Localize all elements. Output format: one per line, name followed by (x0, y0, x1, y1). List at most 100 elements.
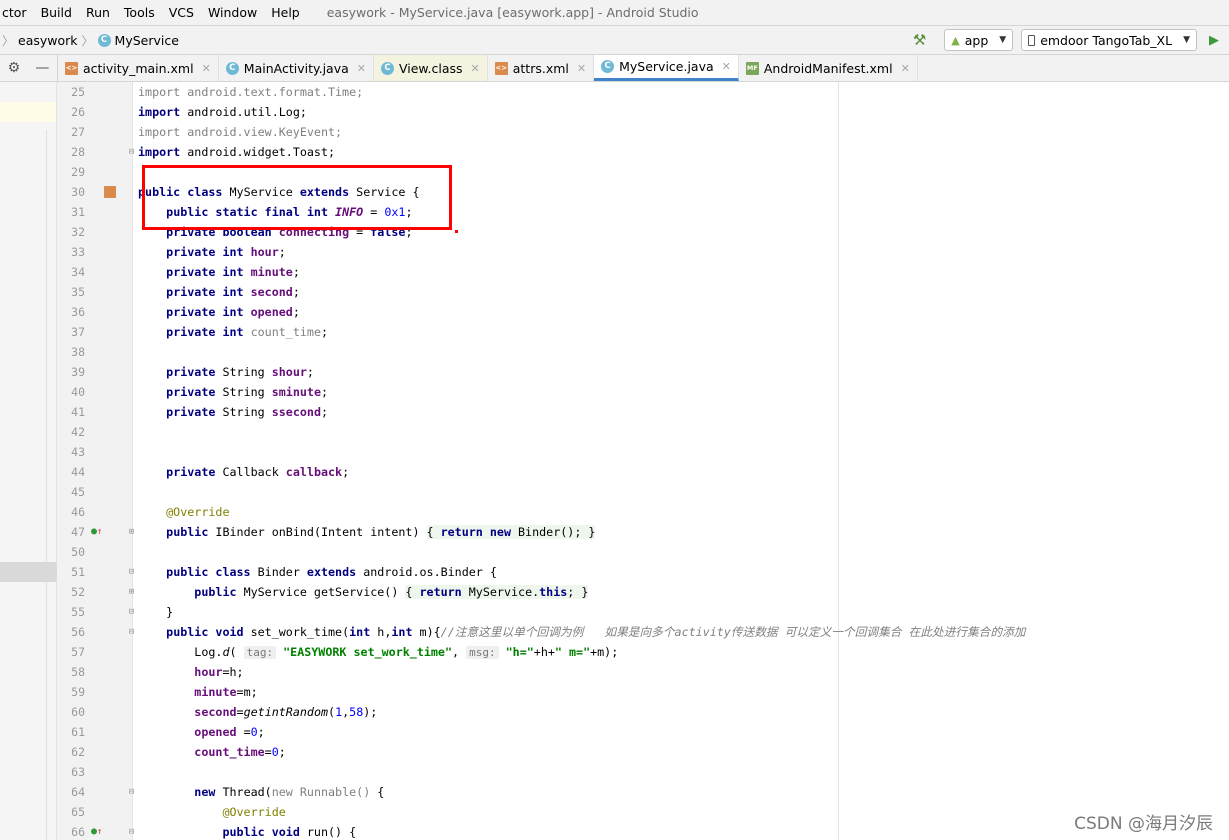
fold-icon[interactable]: ⊞ (126, 582, 137, 602)
menu-window[interactable]: Window (206, 5, 259, 20)
line-number: 58 (71, 665, 85, 679)
hammer-icon[interactable]: ⚒ (913, 31, 926, 49)
line-number: 25 (71, 85, 85, 99)
code-text: count_time=0; (194, 745, 286, 759)
device-select[interactable]: emdoor TangoTab_XL ▼ (1021, 29, 1197, 51)
class-icon: C (97, 33, 111, 47)
code-line: 36 private int opened; (0, 302, 1229, 322)
line-number: 65 (71, 805, 85, 819)
menu-help[interactable]: Help (269, 5, 302, 20)
tab-main-activity[interactable]: C MainActivity.java ✕ (219, 55, 374, 81)
fold-icon[interactable]: ⊟ (126, 782, 137, 802)
class-icon: C (601, 60, 615, 73)
tab-android-manifest[interactable]: MF AndroidManifest.xml ✕ (739, 55, 918, 81)
minimize-icon[interactable]: — (35, 60, 49, 76)
line-number: 28 (71, 145, 85, 159)
close-icon[interactable]: ✕ (471, 62, 480, 75)
code-line: 28 ⊟ import android.widget.Toast; (0, 142, 1229, 162)
tool-window-actions: ⚙ — (0, 55, 58, 81)
fold-icon[interactable]: ⊟ (126, 142, 137, 162)
menu-run[interactable]: Run (84, 5, 112, 20)
code-line: 45 (0, 482, 1229, 502)
code-line: 46 @Override (0, 502, 1229, 522)
line-number: 56 (71, 625, 85, 639)
line-number: 50 (71, 545, 85, 559)
code-line: 55 ⊟ } (0, 602, 1229, 622)
code-text: import android.text.format.Time; (138, 85, 364, 99)
run-toolbar: ⚒ ▲ app ▼ emdoor TangoTab_XL ▼ ▶ (913, 26, 1229, 54)
fold-icon[interactable]: ⊟ (126, 602, 137, 622)
tab-label: attrs.xml (512, 60, 569, 76)
highlight-box (142, 165, 452, 230)
code-text: second=getintRandom(1,58); (194, 705, 378, 719)
breadcrumb-file[interactable]: MyService (115, 33, 179, 48)
chevron-right-icon: 〉 (2, 33, 15, 48)
code-text: private String shour; (166, 365, 314, 379)
code-text: private int second; (166, 285, 300, 299)
menu-refactor[interactable]: ctor (0, 5, 29, 20)
code-line: 34 private int minute; (0, 262, 1229, 282)
code-line: 62 count_time=0; (0, 742, 1229, 762)
close-icon[interactable]: ✕ (577, 62, 586, 75)
fold-icon[interactable]: ⊟ (126, 622, 137, 642)
code-text: public class Binder extends android.os.B… (166, 565, 497, 579)
fold-icon[interactable]: ⊞ (126, 522, 137, 542)
menu-vcs[interactable]: VCS (167, 5, 196, 20)
xml-file-icon[interactable] (104, 186, 116, 198)
code-text: import android.util.Log; (138, 105, 307, 119)
line-number: 45 (71, 485, 85, 499)
code-line: 35 private int second; (0, 282, 1229, 302)
tab-activity-main[interactable]: <> activity_main.xml ✕ (58, 55, 219, 81)
close-icon[interactable]: ✕ (901, 62, 910, 75)
tab-view-class[interactable]: C View.class ✕ (373, 55, 488, 81)
code-line: 63 (0, 762, 1229, 782)
code-line: 25 import android.text.format.Time; (0, 82, 1229, 102)
line-number: 31 (71, 205, 85, 219)
tab-label: View.class (398, 60, 463, 76)
code-line: 27 import android.view.KeyEvent; (0, 122, 1229, 142)
code-text: private int count_time; (166, 325, 329, 339)
line-number: 42 (71, 425, 85, 439)
gear-icon[interactable]: ⚙ (8, 60, 21, 76)
breadcrumb: 〉 easywork 〉 C MyService (2, 32, 179, 49)
breadcrumb-project[interactable]: easywork (18, 33, 78, 48)
line-number: 41 (71, 405, 85, 419)
code-text: new Thread(new Runnable() { (194, 785, 385, 799)
code-text: private int minute; (166, 265, 300, 279)
line-number: 63 (71, 765, 85, 779)
android-icon: ▲ (951, 33, 960, 47)
line-number: 60 (71, 705, 85, 719)
code-text: public IBinder onBind(Intent intent) { r… (166, 525, 596, 539)
line-number: 66 (71, 825, 85, 839)
fold-icon[interactable]: ⊟ (126, 822, 137, 840)
run-icon[interactable]: ▶ (1209, 33, 1219, 48)
close-icon[interactable]: ✕ (722, 60, 731, 73)
line-number: 52 (71, 585, 85, 599)
class-icon: C (225, 61, 239, 75)
menu-build[interactable]: Build (39, 5, 74, 20)
override-arrow-icon[interactable]: ●↑ (91, 522, 102, 542)
code-line: 39 private String shour; (0, 362, 1229, 382)
tab-attrs[interactable]: <> attrs.xml ✕ (488, 55, 595, 81)
line-number: 30 (71, 185, 85, 199)
override-arrow-icon[interactable]: ●↑ (91, 822, 102, 840)
line-number: 32 (71, 225, 85, 239)
tab-label: MainActivity.java (243, 60, 349, 76)
code-text: private String sminute; (166, 385, 329, 399)
menu-tools[interactable]: Tools (122, 5, 157, 20)
close-icon[interactable]: ✕ (357, 62, 366, 75)
code-text: @Override (138, 505, 230, 519)
code-line: 50 (0, 542, 1229, 562)
fold-icon[interactable]: ⊟ (126, 562, 137, 582)
chevron-down-icon: ▼ (999, 35, 1007, 45)
line-number: 43 (71, 445, 85, 459)
code-line: 52 ⊞ public MyService getService() { retu… (0, 582, 1229, 602)
tab-my-service[interactable]: C MyService.java ✕ (594, 55, 739, 81)
code-line: 37 private int count_time; (0, 322, 1229, 342)
code-line: 59 minute=m; (0, 682, 1229, 702)
close-icon[interactable]: ✕ (202, 62, 211, 75)
run-config-select[interactable]: ▲ app ▼ (944, 29, 1014, 51)
code-line: 44 private Callback callback; (0, 462, 1229, 482)
line-number: 46 (71, 505, 85, 519)
code-line: 65 @Override (0, 802, 1229, 822)
